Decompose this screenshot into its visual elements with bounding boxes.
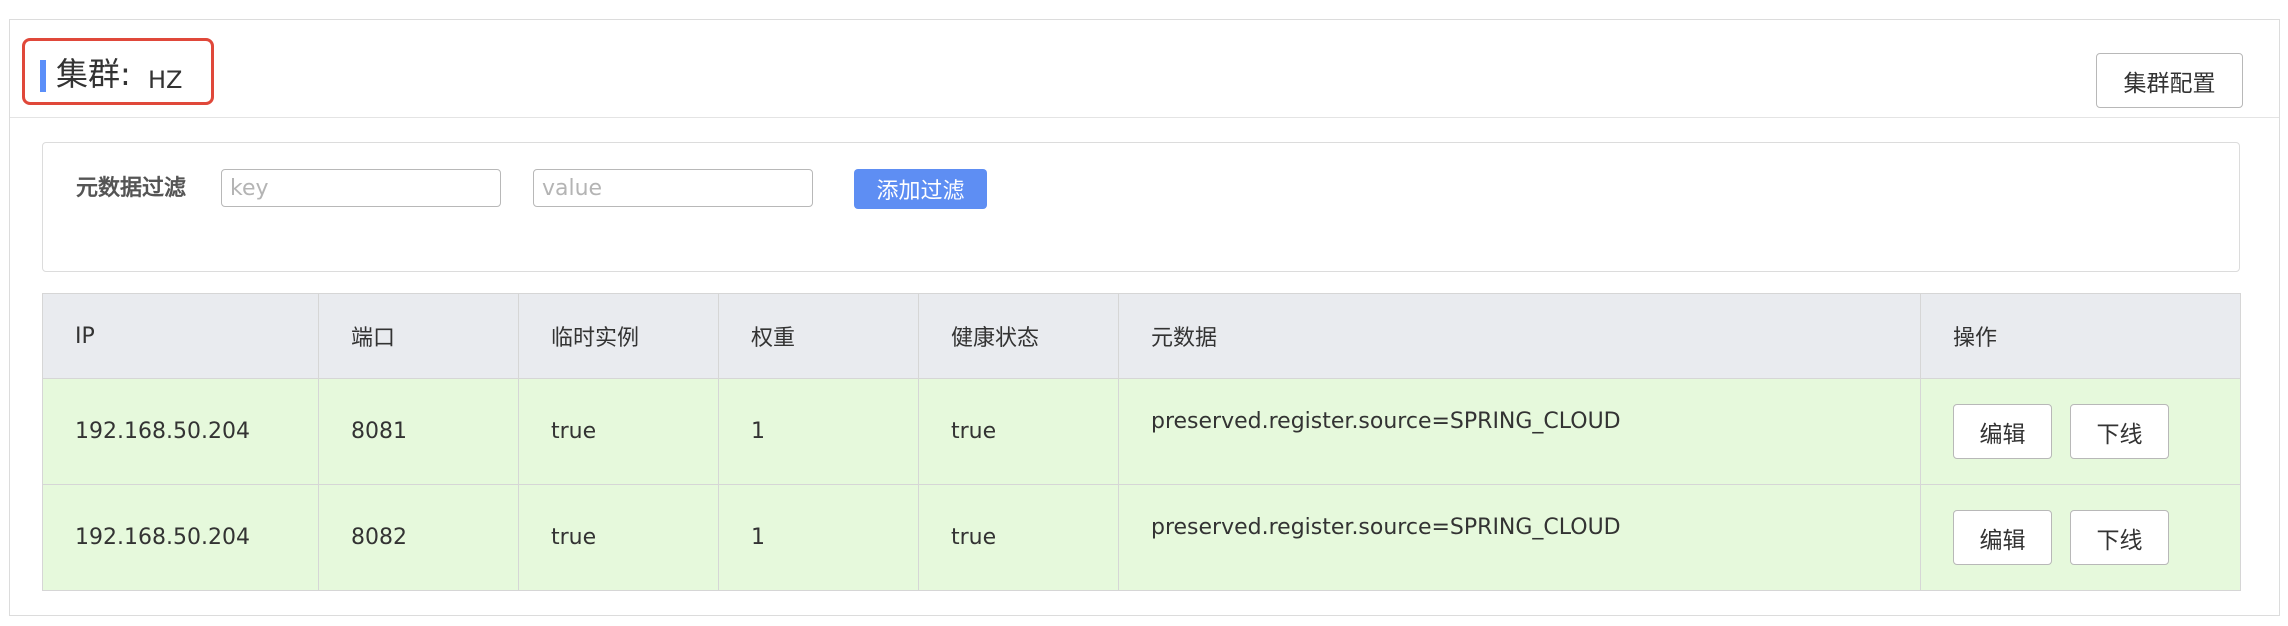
cluster-config-button[interactable]: 集群配置	[2096, 53, 2243, 108]
column-header-metadata: 元数据	[1118, 293, 1921, 379]
cluster-title-label: 集群	[56, 55, 121, 93]
cell-port: 8082	[318, 484, 519, 591]
cell-actions: 编辑 下线	[1920, 484, 2241, 591]
cell-ip: 192.168.50.204	[42, 484, 319, 591]
metadata-filter-panel: 元数据过滤 添加过滤	[42, 142, 2240, 272]
cell-health: true	[918, 484, 1119, 591]
offline-button[interactable]: 下线	[2070, 404, 2169, 459]
cell-metadata: preserved.register.source=SPRING_CLOUD	[1118, 378, 1921, 485]
edit-button[interactable]: 编辑	[1953, 510, 2052, 565]
cell-metadata: preserved.register.source=SPRING_CLOUD	[1118, 484, 1921, 591]
edit-button[interactable]: 编辑	[1953, 404, 2052, 459]
cluster-title-accent-bar	[40, 60, 46, 92]
column-header-health: 健康状态	[918, 293, 1119, 379]
cell-weight: 1	[718, 484, 919, 591]
table-row: 192.168.50.204 8082 true 1 true preserve…	[42, 484, 2241, 591]
filter-value-input[interactable]	[533, 169, 813, 207]
instances-table: IP 端口 临时实例 权重 健康状态 元数据 操作 192.168.50.204…	[42, 293, 2241, 591]
cell-actions: 编辑 下线	[1920, 378, 2241, 485]
table-row: 192.168.50.204 8081 true 1 true preserve…	[42, 378, 2241, 485]
filter-key-input[interactable]	[221, 169, 501, 207]
cell-ip: 192.168.50.204	[42, 378, 319, 485]
offline-button[interactable]: 下线	[2070, 510, 2169, 565]
cell-ephemeral: true	[518, 378, 719, 485]
column-header-ip: IP	[42, 293, 319, 379]
cluster-title-colon: :	[120, 55, 131, 93]
column-header-ephemeral: 临时实例	[518, 293, 719, 379]
cell-ephemeral: true	[518, 484, 719, 591]
cluster-card: 集群: HZ 集群配置 元数据过滤 添加过滤 IP 端口 临时实例 权重 健康状…	[9, 19, 2280, 616]
cluster-name: HZ	[148, 66, 183, 94]
metadata-filter-label: 元数据过滤	[76, 176, 187, 201]
column-header-actions: 操作	[1920, 293, 2241, 379]
add-filter-button[interactable]: 添加过滤	[854, 169, 987, 209]
cell-port: 8081	[318, 378, 519, 485]
cell-health: true	[918, 378, 1119, 485]
cell-weight: 1	[718, 378, 919, 485]
table-header-row: IP 端口 临时实例 权重 健康状态 元数据 操作	[42, 293, 2241, 379]
column-header-port: 端口	[318, 293, 519, 379]
column-header-weight: 权重	[718, 293, 919, 379]
cluster-title: 集群:	[56, 54, 131, 94]
cluster-header: 集群: HZ 集群配置	[10, 20, 2279, 118]
